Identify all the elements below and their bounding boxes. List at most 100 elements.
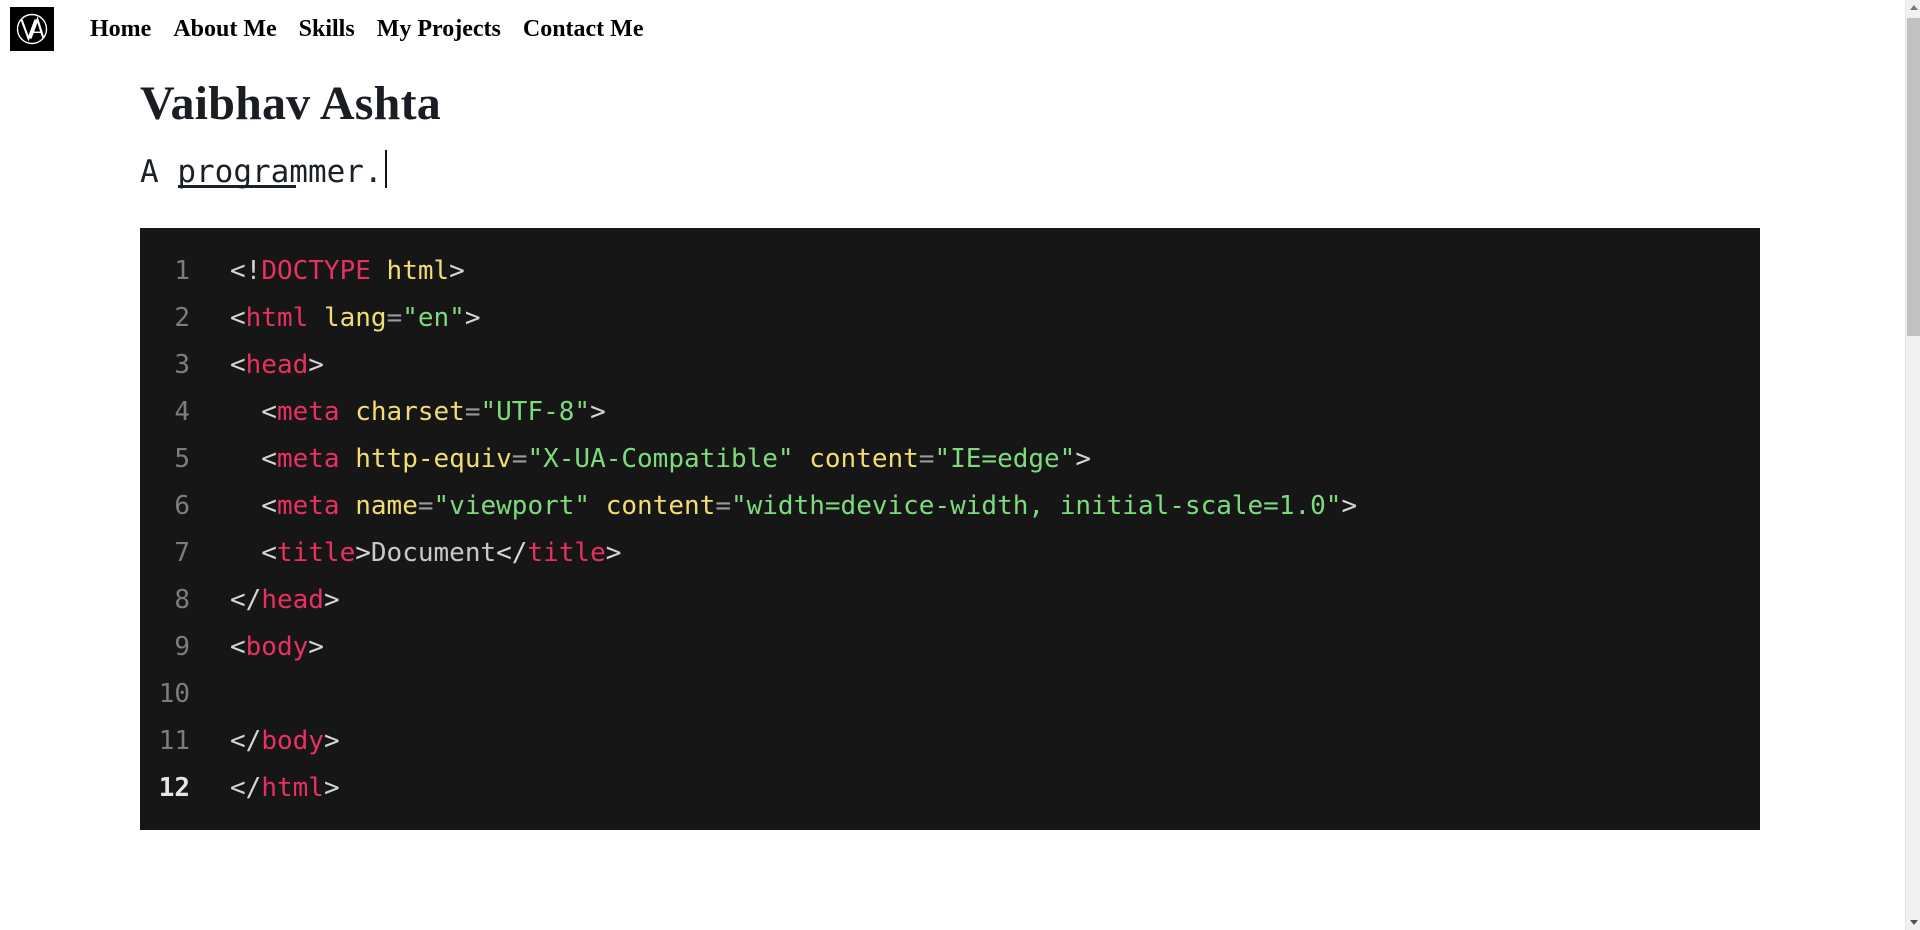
code-token-tag: body [261,726,324,756]
code-token-punct [340,491,356,521]
code-line-text: <title>Document</title> [208,530,1760,577]
code-token-tag: meta [276,491,340,521]
code-token-attr: http-equiv [355,444,512,474]
scroll-up-arrow-icon[interactable] [1906,0,1920,15]
code-line-number: 2 [174,303,190,333]
page-title: Vaibhav Ashta [140,77,441,130]
code-token-punct: </ [230,585,262,615]
code-token-tag: title [527,538,606,568]
scrollbar-thumb[interactable] [1907,18,1920,336]
code-line-number: 4 [174,397,190,427]
hero-subtitle-prefix: A [140,153,178,190]
code-token-str: "viewport" [433,491,591,521]
code-token-attr: name [355,491,418,521]
code-line-text: <!DOCTYPE html> [208,248,1760,295]
page-scrollbar[interactable] [1905,0,1920,930]
hero-subtitle-suffix: . [363,153,383,190]
code-token-tag: meta [276,444,340,474]
nav-link-about-me[interactable]: About Me [173,17,276,41]
code-token-str: "en" [402,303,465,333]
code-token-punct: > [1075,444,1091,474]
code-token-punct: > [1341,491,1358,521]
code-token-punct: > [449,256,465,286]
code-token-eq: = [386,303,403,333]
site-logo[interactable] [10,7,54,51]
code-token-str: "width=device-width, initial-scale=1.0" [730,491,1342,521]
code-token-punct: > [605,538,622,568]
code-line-number: 3 [174,350,190,380]
code-token-attr: content [605,491,716,521]
code-token-eq: = [918,444,935,474]
code-token-tag: head [245,350,309,380]
nav-link-my-projects[interactable]: My Projects [377,17,501,41]
typing-caret [384,149,387,188]
code-line-number: 1 [174,256,190,286]
code-token-punct: < [230,491,277,521]
code-token-punct [340,444,356,474]
code-line: 2 <html lang="en"> [140,295,1760,342]
code-token-eq: = [715,491,731,521]
code-token-eq: = [464,397,481,427]
code-token-punct: > [323,773,340,803]
code-line-number: 8 [174,585,190,615]
code-line: 7 <title>Document</title> [140,530,1760,577]
code-line-number: 6 [174,491,190,521]
code-line: 1 <!DOCTYPE html> [140,248,1760,295]
hero-section: Vaibhav Ashta A programmer. [0,58,1905,190]
code-token-punct: < [230,350,246,380]
code-token-str: "UTF-8" [480,397,591,427]
code-line: 10 [140,671,1760,718]
nav-link-home[interactable]: Home [90,17,151,41]
code-line-text: </head> [208,577,1760,624]
code-line-text: <meta name="viewport" content="width=dev… [208,483,1760,530]
code-token-attr: content [809,444,919,474]
hero-typed-word: programmer [177,153,364,190]
code-token-tag: title [276,538,356,568]
code-line: 9 <body> [140,624,1760,671]
code-token-tag: DOCTYPE [261,256,371,286]
code-token-punct: </ [496,538,528,568]
code-line: 8 </head> [140,577,1760,624]
code-line: 6 <meta name="viewport" content="width=d… [140,483,1760,530]
code-token-punct: > [323,585,340,615]
code-token-punct: > [308,632,324,662]
code-line-number: 11 [158,726,190,756]
code-line-text: <meta http-equiv="X-UA-Compatible" conte… [208,436,1760,483]
code-token-punct [308,303,324,333]
code-line: 4 <meta charset="UTF-8"> [140,389,1760,436]
nav-link-skills[interactable]: Skills [299,17,355,41]
code-line-number: 9 [174,632,190,662]
code-token-punct: </ [230,773,262,803]
nav-link-contact-me[interactable]: Contact Me [523,17,644,41]
code-token-punct: < [230,632,246,662]
code-token-punct: < [230,538,277,568]
scroll-down-arrow-icon[interactable] [1906,915,1920,930]
code-token-punct: < [230,444,277,474]
code-token-tag: body [245,632,309,662]
code-token-tag: meta [276,397,340,427]
code-line-text: <head> [208,342,1760,389]
code-token-tag: html [245,303,309,333]
code-token-punct: > [323,726,340,756]
code-token-punct: > [355,538,371,568]
code-token-punct [590,491,606,521]
code-line-text: </html> [208,765,1760,812]
page-viewport: Home About Me Skills My Projects Contact… [0,0,1920,930]
code-line: 12 </html> [140,765,1760,812]
code-token-str: "IE=edge" [934,444,1076,474]
code-line-text: <meta charset="UTF-8"> [208,389,1760,436]
code-line-number: 5 [174,444,190,474]
code-token-txt: Document [370,538,497,568]
code-token-punct [794,444,810,474]
code-token-tag: head [261,585,324,615]
code-token-punct: < [230,397,277,427]
code-snippet-block: 1 <!DOCTYPE html> 2 <html lang="en"> 3 <head>… [140,228,1760,830]
code-token-eq: = [417,491,434,521]
hero-subtitle: A programmer. [140,131,1905,190]
code-line-number: 12 [158,773,190,803]
code-line-text: </body> [208,718,1760,765]
code-token-tag: html [261,773,324,803]
code-token-punct: <! [230,256,262,286]
code-token-punct [371,256,387,286]
code-line: 3 <head> [140,342,1760,389]
